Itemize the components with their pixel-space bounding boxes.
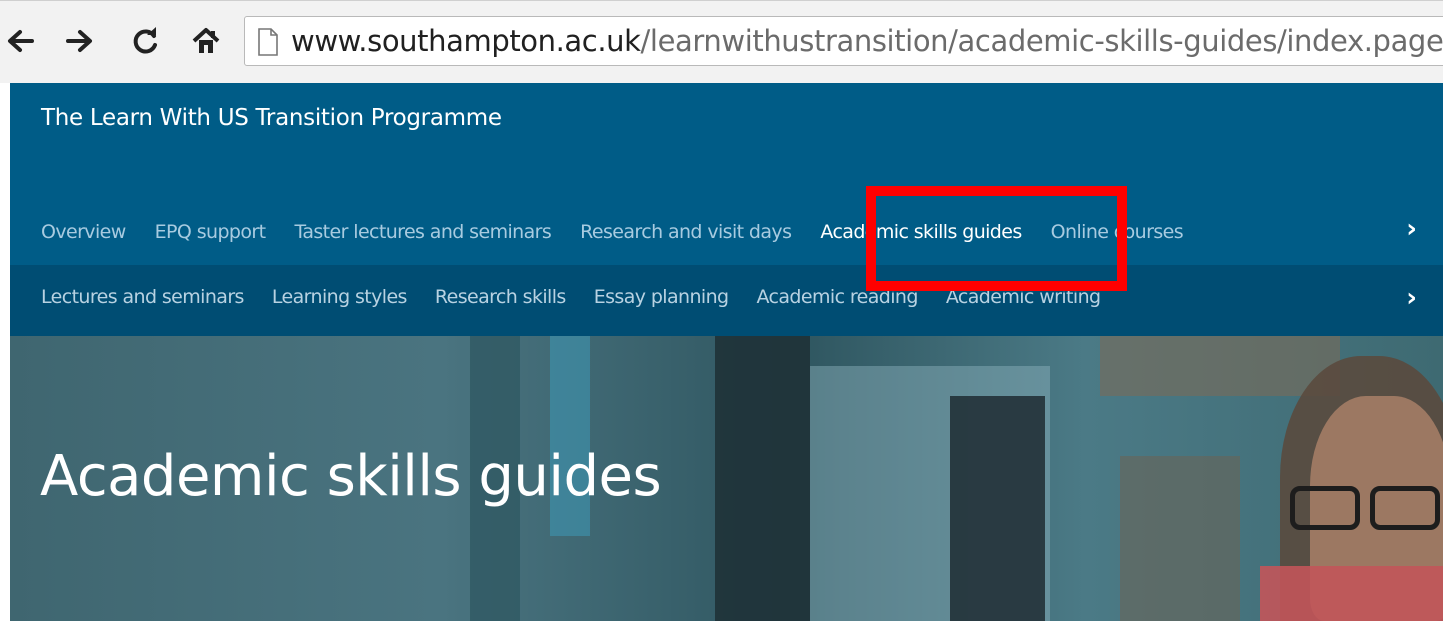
forward-arrow-icon: [66, 30, 92, 52]
home-button[interactable]: [188, 21, 224, 61]
home-icon: [192, 28, 220, 53]
chevron-right-icon: ›: [1406, 283, 1417, 313]
primary-nav-next-button[interactable]: ›: [1406, 214, 1417, 244]
address-bar[interactable]: www.southampton.ac.uk/learnwithustransit…: [244, 16, 1443, 66]
nav-item-epq-support[interactable]: EPQ support: [155, 221, 266, 243]
reload-button[interactable]: [128, 21, 164, 61]
sub-nav-item-essay-planning[interactable]: Essay planning: [594, 286, 729, 308]
page-icon: [258, 28, 278, 56]
back-button[interactable]: [2, 21, 38, 61]
sub-nav-next-button[interactable]: ›: [1406, 283, 1417, 313]
highlight-box: [866, 186, 1127, 291]
sub-nav-item-research-skills[interactable]: Research skills: [435, 286, 566, 308]
url-path: /learnwithustransition/academic-skills-g…: [640, 24, 1443, 58]
sub-nav: Lectures and seminars Learning styles Re…: [10, 265, 1443, 336]
forward-button[interactable]: [62, 21, 98, 61]
sub-nav-item-learning-styles[interactable]: Learning styles: [272, 286, 408, 308]
url-host: www.southampton.ac.uk: [291, 24, 641, 58]
hero-banner: Academic skills guides: [10, 336, 1443, 621]
reload-icon: [133, 27, 157, 54]
browser-toolbar: www.southampton.ac.uk/learnwithustransit…: [0, 0, 1443, 83]
site-header: The Learn With US Transition Programme O…: [10, 83, 1443, 265]
nav-item-research-visit-days[interactable]: Research and visit days: [580, 221, 792, 243]
site-title[interactable]: The Learn With US Transition Programme: [41, 105, 502, 131]
back-arrow-icon: [8, 30, 34, 52]
url-text[interactable]: www.southampton.ac.uk/learnwithustransit…: [291, 22, 1443, 60]
nav-item-overview[interactable]: Overview: [41, 221, 126, 243]
page-title: Academic skills guides: [40, 444, 662, 509]
chevron-right-icon: ›: [1406, 214, 1417, 244]
nav-item-taster-lectures[interactable]: Taster lectures and seminars: [294, 221, 551, 243]
sub-nav-item-lectures-seminars[interactable]: Lectures and seminars: [41, 286, 244, 308]
